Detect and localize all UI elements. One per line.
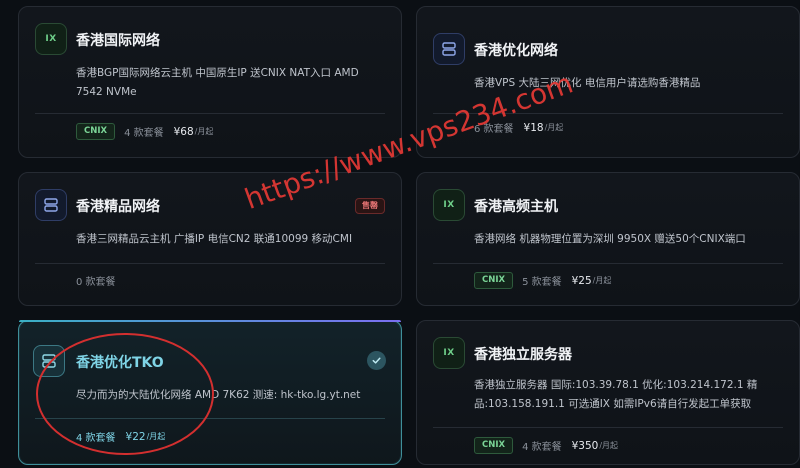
card-title: 香港精品网络 (76, 199, 160, 215)
card-divider (433, 263, 783, 264)
card-description: 香港独立服务器 国际:103.39.78.1 优化:103.214.172.1 … (474, 379, 758, 410)
card-divider (35, 418, 385, 419)
price: ¥25 (571, 274, 592, 287)
card-description: 香港三网精品云主机 广播IP 电信CN2 联通10099 移动CMI (76, 233, 353, 245)
plan-count: 4 款套餐 (522, 442, 562, 453)
cnix-badge: CNIX (474, 437, 514, 454)
card-footer: 0 款套餐 (76, 273, 126, 288)
card-title: 香港优化网络 (474, 43, 558, 59)
plan-card-hk-high-frequency[interactable]: IX 香港高频主机 香港网络 机器物理位置为深圳 9950X 赠送50个CNIX… (416, 172, 800, 306)
price-unit: /月起 (544, 123, 564, 132)
card-title: 香港优化TKO (76, 355, 164, 371)
price-unit: /月起 (599, 441, 619, 450)
price: ¥22 (125, 430, 146, 443)
plan-count: 5 款套餐 (522, 277, 562, 288)
server-icon (33, 345, 65, 377)
card-footer: CNIX 4 款套餐 ¥68/月起 (76, 123, 213, 140)
card-title: 香港国际网络 (76, 33, 160, 49)
cnix-badge: CNIX (474, 272, 514, 289)
plan-card-hk-dedicated[interactable]: IX 香港独立服务器 香港独立服务器 国际:103.39.78.1 优化:103… (416, 320, 800, 465)
ix-icon: IX (433, 337, 465, 369)
server-icon (433, 33, 465, 65)
check-icon (367, 351, 386, 370)
card-description: 香港BGP国际网络云主机 中国原生IP 送CNIX NAT入口 AMD 7542… (76, 67, 359, 98)
ix-icon: IX (35, 23, 67, 55)
price-unit: /月起 (194, 127, 214, 136)
plan-card-hk-tko[interactable]: 香港优化TKO 尽力而为的大陆优化网络 AMD 7K62 测速: hk-tko.… (18, 320, 402, 465)
card-footer: 4 款套餐 ¥22/月起 (76, 429, 166, 445)
card-divider (35, 263, 385, 264)
card-description: 尽力而为的大陆优化网络 AMD 7K62 测速: hk-tko.lg.yt.ne… (76, 389, 361, 401)
plan-count: 0 款套餐 (76, 277, 116, 288)
price: ¥350 (571, 439, 599, 452)
plan-card-hk-international[interactable]: IX 香港国际网络 香港BGP国际网络云主机 中国原生IP 送CNIX NAT入… (18, 6, 402, 158)
card-description: 香港网络 机器物理位置为深圳 9950X 赠送50个CNIX端口 (474, 233, 746, 245)
plan-count: 4 款套餐 (124, 128, 164, 139)
plan-count: 4 款套餐 (76, 433, 116, 444)
price-unit: /月起 (146, 432, 166, 441)
card-title: 香港高频主机 (474, 199, 558, 215)
ix-icon: IX (433, 189, 465, 221)
price: ¥18 (523, 121, 544, 134)
price-unit: /月起 (592, 276, 612, 285)
card-title: 香港独立服务器 (474, 347, 572, 363)
server-icon (35, 189, 67, 221)
card-divider (433, 427, 783, 428)
plan-card-hk-premium[interactable]: 香港精品网络 售罄 香港三网精品云主机 广播IP 电信CN2 联通10099 移… (18, 172, 402, 306)
cnix-badge: CNIX (76, 123, 116, 140)
card-footer: CNIX 4 款套餐 ¥350/月起 (474, 437, 618, 454)
sold-out-badge: 售罄 (355, 198, 385, 214)
card-footer: CNIX 5 款套餐 ¥25/月起 (474, 272, 611, 289)
price: ¥68 (173, 125, 194, 138)
card-divider (35, 113, 385, 114)
